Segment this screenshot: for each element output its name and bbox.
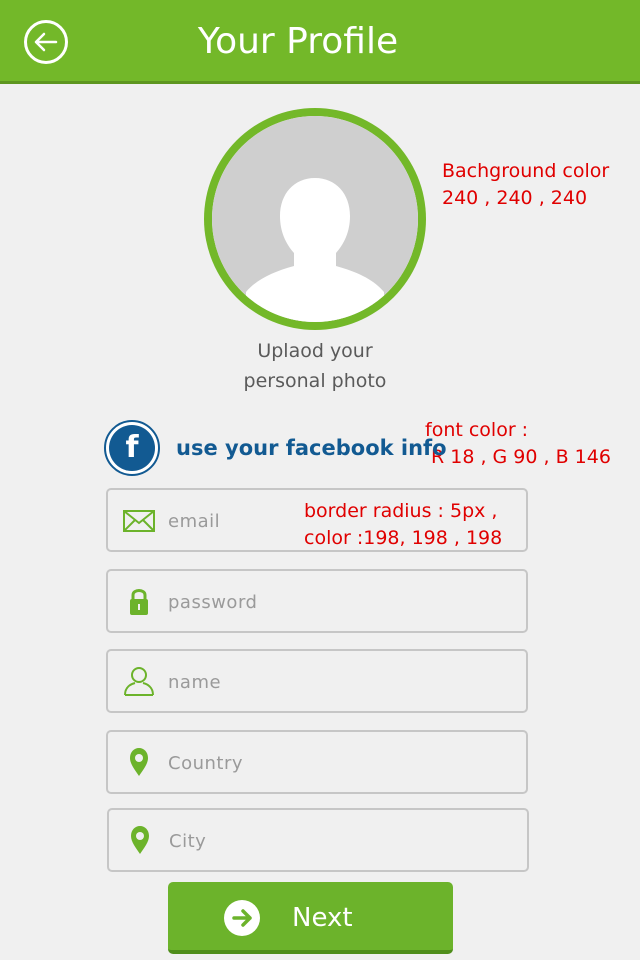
name-input[interactable]: [166, 663, 510, 701]
upload-label-line2: personal photo: [243, 370, 387, 392]
country-field[interactable]: [106, 730, 528, 794]
city-input[interactable]: [167, 822, 511, 860]
envelope-icon: [123, 510, 155, 532]
facebook-login[interactable]: f use your facebook info: [104, 420, 447, 476]
location-pin-icon: [131, 826, 149, 854]
note-font-color: font color : R 18 , G 90 , B 146: [425, 417, 611, 471]
facebook-icon-letter: f: [109, 425, 155, 471]
note-background-color: Bachground color 240 , 240 , 240: [442, 158, 609, 212]
note-line: 240 , 240 , 240: [442, 187, 588, 209]
avatar-upload[interactable]: [212, 116, 418, 322]
note-line: Bachground color: [442, 160, 610, 182]
upload-label-line1: Uplaod your: [257, 340, 373, 362]
facebook-icon: f: [104, 420, 160, 476]
profile-page: Your Profile Uplaod your personal photo …: [0, 0, 640, 960]
user-silhouette-icon: [212, 116, 418, 322]
note-line: R 18 , G 90 , B 146: [431, 446, 611, 468]
next-button[interactable]: Next: [168, 882, 453, 954]
header-bar: Your Profile: [0, 0, 640, 84]
note-line: color :198, 198 , 198: [304, 527, 503, 549]
password-input[interactable]: [166, 583, 510, 621]
arrow-right-icon: [224, 900, 260, 936]
city-field[interactable]: [107, 808, 529, 872]
user-icon: [124, 667, 154, 696]
page-title: Your Profile: [197, 21, 399, 62]
password-field[interactable]: [106, 569, 528, 633]
upload-photo-label: Uplaod your personal photo: [200, 336, 430, 396]
next-button-label: Next: [292, 903, 353, 933]
location-pin-icon: [130, 748, 148, 776]
facebook-label: use your facebook info: [176, 436, 447, 460]
name-field[interactable]: [106, 649, 528, 713]
note-line: font color :: [425, 419, 529, 441]
lock-icon: [130, 589, 148, 615]
note-line: border radius : 5px ,: [304, 500, 498, 522]
note-border: border radius : 5px , color :198, 198 , …: [304, 498, 502, 552]
country-input[interactable]: [166, 744, 510, 782]
